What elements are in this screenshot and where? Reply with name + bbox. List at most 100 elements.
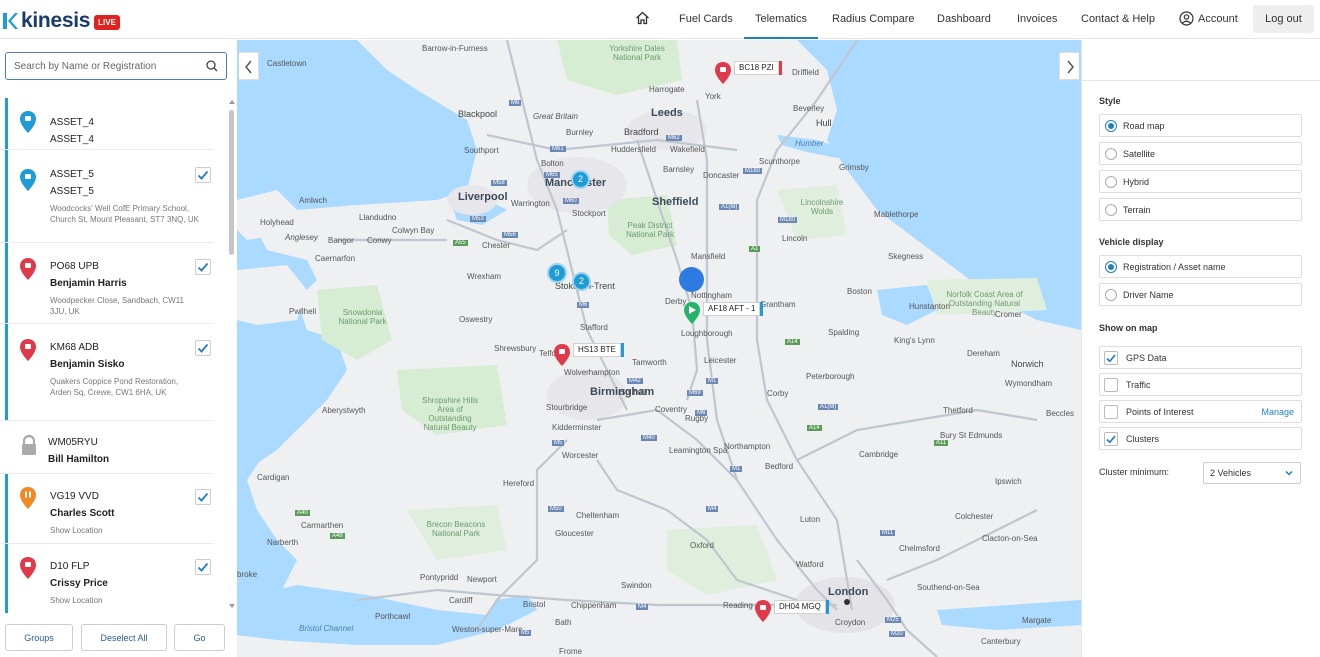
- style-option-hybrid[interactable]: Hybrid: [1099, 170, 1302, 193]
- map-label: Swindon: [621, 581, 652, 590]
- cluster-minimum-row: Cluster minimum: 2 Vehicles: [1099, 462, 1302, 484]
- list-scrollbar[interactable]: [228, 98, 236, 610]
- map-label: Mansfield: [691, 252, 726, 261]
- option-label: Hybrid: [1123, 177, 1150, 187]
- display-option-driver-name[interactable]: Driver Name: [1099, 283, 1302, 306]
- item-accent-bar: [5, 98, 8, 149]
- list-item[interactable]: PO68 UPB Benjamin Harris Woodpecker Clos…: [0, 243, 214, 324]
- scroll-down-icon[interactable]: [229, 604, 235, 608]
- road-shield: A55: [453, 240, 468, 246]
- vehicle-marker-icon[interactable]: [753, 599, 773, 623]
- show-location-link[interactable]: Show Location: [50, 595, 200, 606]
- vehicle-label[interactable]: AF18 AFT - 1: [703, 302, 764, 316]
- toggle-clusters[interactable]: Clusters: [1099, 427, 1302, 450]
- map-settings-panel: Style Road map Satellite Hybrid Terrain …: [1081, 40, 1320, 657]
- option-label: Satellite: [1123, 149, 1156, 159]
- style-option-road-map[interactable]: Road map: [1099, 114, 1302, 137]
- kinesis-logo[interactable]: kinesis LIVE: [2, 9, 120, 33]
- account-icon[interactable]: [1179, 11, 1194, 26]
- scroll-up-icon[interactable]: [229, 100, 235, 104]
- map-label: Spalding: [828, 328, 860, 337]
- map-label: Oxford: [690, 541, 715, 550]
- option-label: Points of Interest: [1126, 407, 1194, 417]
- chevron-right-icon: [1067, 60, 1074, 74]
- checkmark-icon: [197, 262, 209, 272]
- list-item[interactable]: ASSET_4 ASSET_4: [0, 98, 214, 150]
- nav-account[interactable]: Account: [1198, 0, 1238, 39]
- list-item[interactable]: D10 FLP Crissy Price Show Location: [0, 544, 214, 613]
- map-label: Beverley: [793, 104, 825, 113]
- nav-telematics[interactable]: Telematics: [744, 0, 818, 39]
- cluster-count: 9: [554, 268, 560, 278]
- vehicle-marker-icon[interactable]: [713, 61, 733, 85]
- map-label: Burnley: [566, 128, 594, 137]
- map-label: Dereham: [967, 349, 1000, 358]
- map-canvas[interactable]: Barrow-in-Furness Castletown Harrogate Y…: [237, 40, 1081, 657]
- nav-contact-help[interactable]: Contact & Help: [1081, 0, 1155, 39]
- home-icon[interactable]: [635, 11, 650, 25]
- map-label: Barrow-in-Furness: [422, 44, 488, 53]
- vehicle-marker-icon[interactable]: [552, 343, 572, 367]
- style-option-satellite[interactable]: Satellite: [1099, 142, 1302, 165]
- list-item[interactable]: ASSET_5 ASSET_5 Woodcocks' Well CofE Pri…: [0, 150, 214, 243]
- checkbox: [1104, 405, 1118, 419]
- vehicle-cluster[interactable]: 2: [571, 170, 590, 189]
- road-shield: M180: [743, 168, 763, 174]
- item-accent-bar: [5, 243, 8, 323]
- list-item[interactable]: VG19 VVD Charles Scott Show Location: [0, 474, 214, 544]
- asset-checkbox[interactable]: [195, 167, 211, 183]
- map-label: Anglesey: [285, 233, 318, 242]
- asset-sidebar: ASSET_4 ASSET_4 ASSET_5 ASSET_5 Woodcock…: [0, 40, 237, 657]
- cluster-count: 2: [577, 174, 583, 184]
- go-button[interactable]: Go: [174, 624, 225, 651]
- collapse-right-panel-button[interactable]: [1059, 52, 1079, 80]
- groups-button[interactable]: Groups: [5, 624, 73, 651]
- map-label: Lincoln: [782, 234, 808, 243]
- list-item[interactable]: WM05RYU Bill Hamilton: [0, 421, 214, 474]
- map-label: Carmarthen: [301, 521, 344, 530]
- display-option-registration[interactable]: Registration / Asset name: [1099, 255, 1302, 278]
- logout-button[interactable]: Log out: [1253, 5, 1314, 33]
- radio-selected: [1105, 261, 1117, 273]
- show-location-link[interactable]: Show Location: [50, 525, 200, 536]
- vehicle-cluster[interactable]: 2: [572, 272, 591, 291]
- road-shield: M6: [509, 100, 522, 106]
- asset-checkbox[interactable]: [195, 489, 211, 505]
- vehicle-reg: AF18 AFT - 1: [708, 304, 756, 313]
- vehicle-tag: [825, 600, 829, 614]
- map-label: Great Britain: [533, 112, 578, 121]
- vehicle-tag: [778, 61, 782, 75]
- deselect-all-button[interactable]: Deselect All: [81, 624, 167, 651]
- asset-checkbox[interactable]: [195, 559, 211, 575]
- vehicle-reg: DH04 MGQ: [779, 602, 821, 611]
- list-item[interactable]: KM68 ADB Benjamin Sisko Quakers Coppice …: [0, 324, 214, 421]
- vehicle-label[interactable]: DH04 MGQ: [774, 600, 829, 614]
- scroll-thumb[interactable]: [229, 110, 234, 255]
- search-input[interactable]: [6, 53, 196, 79]
- kinesis-logo-icon: [3, 13, 18, 29]
- manage-poi-link[interactable]: Manage: [1261, 407, 1294, 417]
- style-option-terrain[interactable]: Terrain: [1099, 198, 1302, 221]
- asset-checkbox[interactable]: [195, 259, 211, 275]
- vehicle-marker-icon[interactable]: [682, 301, 702, 325]
- vehicle-label[interactable]: BC18 PZI: [734, 61, 782, 75]
- map-label: Corby: [767, 389, 789, 398]
- toggle-points-of-interest[interactable]: Points of Interest Manage: [1099, 400, 1302, 423]
- nav-dashboard[interactable]: Dashboard: [937, 0, 991, 39]
- search-icon[interactable]: [206, 60, 218, 72]
- cluster-minimum-select[interactable]: 2 Vehicles: [1203, 462, 1301, 484]
- toggle-traffic[interactable]: Traffic: [1099, 373, 1302, 396]
- map-label: Frome: [559, 647, 583, 656]
- asset-checkbox[interactable]: [195, 340, 211, 356]
- nav-fuel-cards[interactable]: Fuel Cards: [679, 0, 733, 39]
- collapse-left-panel-button[interactable]: [239, 52, 259, 80]
- brand-name: kinesis: [21, 9, 91, 32]
- current-location-dot[interactable]: [679, 267, 704, 292]
- nav-radius-compare[interactable]: Radius Compare: [832, 0, 915, 39]
- vehicle-label[interactable]: HS13 BTE: [573, 343, 624, 357]
- toggle-gps-data[interactable]: GPS Data: [1099, 346, 1302, 369]
- vehicle-cluster[interactable]: 9: [547, 263, 567, 283]
- road-shield: M56: [502, 232, 518, 238]
- chevron-down-icon: [1285, 470, 1293, 476]
- nav-invoices[interactable]: Invoices: [1017, 0, 1057, 39]
